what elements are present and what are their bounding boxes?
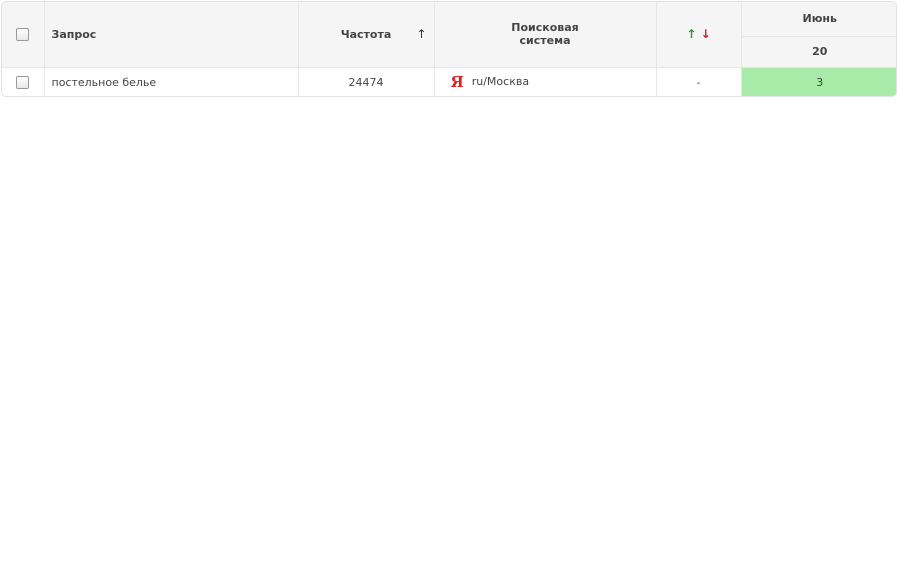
header-day: 20	[741, 36, 896, 68]
header-engine: Поисковая система	[434, 2, 657, 68]
arrow-down-icon: ↓	[700, 27, 711, 42]
yandex-icon: Я	[450, 73, 464, 92]
header-frequency[interactable]: Частота ↑	[298, 2, 435, 68]
table-row: постельное белье 24474 Яru/Москва - 3	[2, 67, 896, 96]
row-position: 3	[741, 67, 896, 96]
sort-arrow-up-icon[interactable]: ↑	[416, 27, 426, 41]
select-all-checkbox[interactable]	[16, 28, 30, 41]
header-frequency-label: Частота	[340, 27, 392, 41]
arrow-up-icon: ↑	[686, 27, 697, 42]
row-checkbox[interactable]	[16, 76, 30, 89]
header-diff[interactable]: ↑ ↓	[656, 2, 742, 68]
select-all-cell	[2, 2, 45, 68]
row-engine: Яru/Москва	[434, 67, 657, 96]
row-check-cell	[2, 67, 45, 96]
header-engine-line1: Поисковая	[511, 21, 579, 35]
positions-table: Запрос Частота ↑ Поисковая система ↑ ↓ И…	[1, 1, 897, 97]
header-query-label: Запрос	[51, 27, 97, 41]
row-query: постельное белье	[44, 67, 299, 96]
header-query[interactable]: Запрос	[44, 2, 299, 68]
row-frequency: 24474	[298, 67, 435, 96]
header-month: Июнь	[741, 2, 896, 37]
header-day-label: 20	[812, 45, 828, 58]
header-engine-line2: система	[519, 34, 571, 48]
positions-grid: Запрос Частота ↑ Поисковая система ↑ ↓ И…	[2, 2, 896, 96]
row-diff: -	[656, 67, 742, 96]
row-engine-region: ru/Москва	[471, 75, 530, 89]
header-month-label: Июнь	[802, 12, 837, 26]
